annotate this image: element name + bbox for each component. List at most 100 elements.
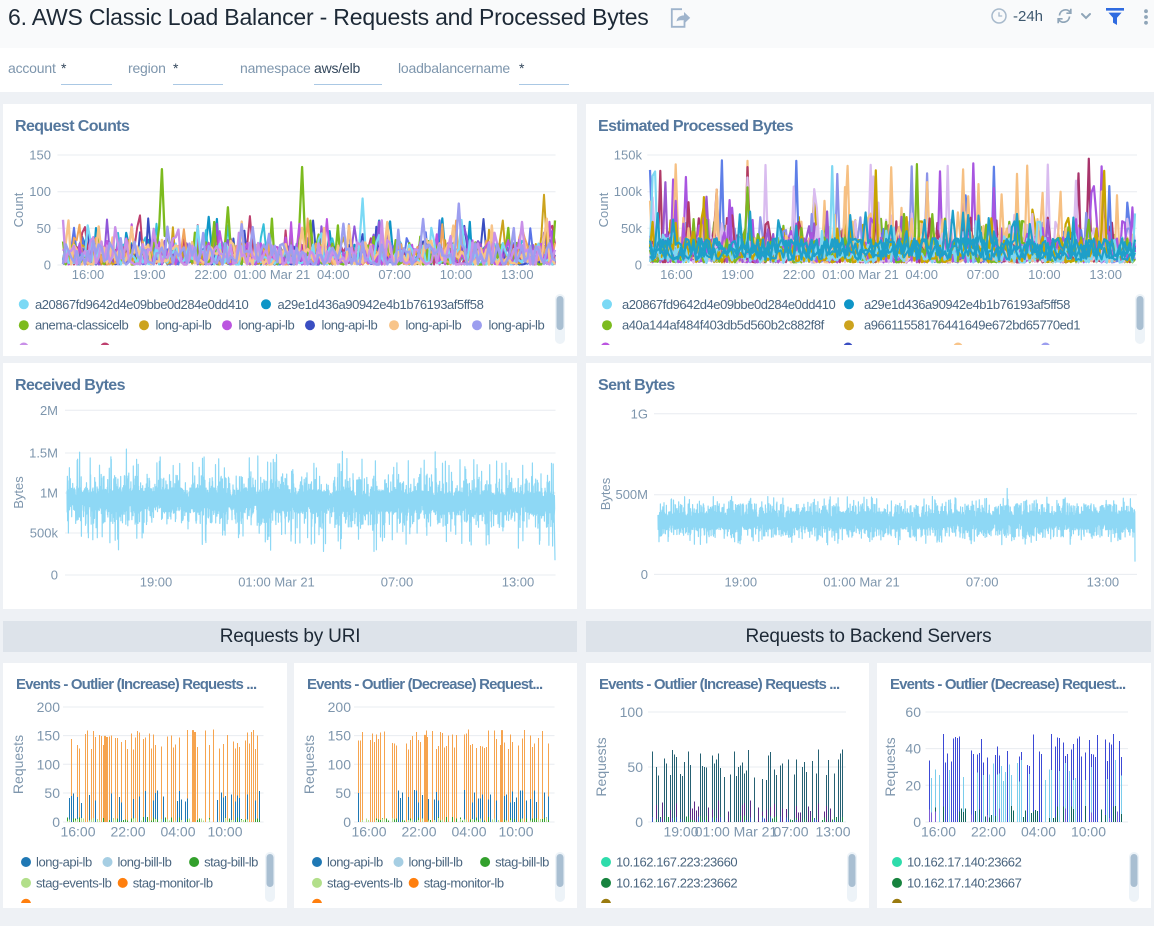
svg-text:150: 150 — [29, 148, 51, 163]
svg-text:1.5M: 1.5M — [29, 446, 58, 461]
svg-text:Requests: Requests — [10, 735, 26, 794]
svg-text:10.162.17.140:23662: 10.162.17.140:23662 — [907, 855, 1022, 870]
svg-text:Sent Bytes: Sent Bytes — [598, 377, 675, 394]
svg-text:long-api-lb: long-api-lb — [406, 318, 462, 333]
svg-text:long-bill-lb: long-bill-lb — [118, 855, 172, 870]
svg-text:13:00: 13:00 — [1087, 575, 1120, 590]
svg-text:100: 100 — [620, 704, 644, 720]
svg-text:100: 100 — [328, 756, 352, 772]
svg-text:long-api-lb: long-api-lb — [36, 855, 92, 870]
svg-text:100: 100 — [37, 756, 61, 772]
svg-text:01:00 Mar 21: 01:00 Mar 21 — [822, 267, 899, 282]
svg-text:16:00: 16:00 — [920, 824, 955, 840]
svg-text:10:00: 10:00 — [1070, 824, 1105, 840]
svg-text:22:00: 22:00 — [194, 267, 227, 282]
svg-text:13:00: 13:00 — [502, 575, 535, 590]
svg-text:19:00: 19:00 — [721, 267, 754, 282]
svg-text:Received Bytes: Received Bytes — [15, 377, 126, 394]
svg-text:long-api-lb: long-api-lb — [239, 318, 295, 333]
svg-text:50: 50 — [37, 221, 51, 236]
svg-text:10.162.17.140:23667: 10.162.17.140:23667 — [907, 875, 1022, 890]
svg-text:10:00: 10:00 — [207, 824, 242, 840]
svg-text:stag-bill-lb: stag-bill-lb — [495, 855, 549, 870]
svg-text:Requests: Requests — [882, 737, 898, 796]
svg-text:19:00: 19:00 — [663, 824, 698, 840]
svg-text:07:00: 07:00 — [381, 575, 414, 590]
svg-text:long-api-lb: long-api-lb — [322, 318, 378, 333]
svg-text:10:00: 10:00 — [440, 267, 473, 282]
svg-text:13:00: 13:00 — [1089, 267, 1122, 282]
svg-text:Requests: Requests — [593, 737, 609, 796]
svg-text:0: 0 — [52, 814, 60, 830]
svg-text:01:00 Mar 21: 01:00 Mar 21 — [234, 267, 311, 282]
svg-text:13:00: 13:00 — [815, 824, 850, 840]
svg-text:0: 0 — [635, 258, 642, 273]
svg-text:150: 150 — [37, 728, 61, 744]
svg-text:1G: 1G — [631, 406, 648, 421]
svg-text:a29e1d436a90942e4b1b76193af5ff: a29e1d436a90942e4b1b76193af5ff58 — [864, 297, 1070, 312]
svg-text:long-api-lb: long-api-lb — [156, 318, 212, 333]
svg-text:0: 0 — [343, 814, 351, 830]
svg-text:40: 40 — [905, 741, 921, 757]
svg-text:0: 0 — [641, 567, 648, 582]
svg-text:07:00: 07:00 — [966, 575, 999, 590]
svg-text:a29e1d436a90942e4b1b76193af5ff: a29e1d436a90942e4b1b76193af5ff58 — [278, 297, 484, 312]
svg-text:10:00: 10:00 — [1028, 267, 1061, 282]
svg-text:22:00: 22:00 — [970, 824, 1005, 840]
svg-text:Estimated Processed Bytes: Estimated Processed Bytes — [598, 118, 794, 135]
svg-text:20: 20 — [905, 777, 921, 793]
svg-text:stag-monitor-lb: stag-monitor-lb — [424, 875, 504, 890]
svg-text:Events - Outlier (Increase) Re: Events - Outlier (Increase) Requests ... — [16, 676, 257, 693]
svg-text:long-api-lb: long-api-lb — [489, 318, 545, 333]
svg-text:stag-monitor-lb: stag-monitor-lb — [133, 875, 213, 890]
svg-text:07:00: 07:00 — [378, 267, 411, 282]
svg-text:500k: 500k — [30, 526, 59, 541]
svg-text:anema-classicelb: anema-classicelb — [35, 318, 128, 333]
svg-text:150: 150 — [328, 728, 352, 744]
svg-text:a20867fd9642d4e09bbe0d284e0dd4: a20867fd9642d4e09bbe0d284e0dd410 — [35, 297, 249, 312]
svg-text:Count: Count — [11, 192, 26, 227]
svg-text:04:00: 04:00 — [317, 267, 350, 282]
svg-text:04:00: 04:00 — [1020, 824, 1055, 840]
svg-text:16:00: 16:00 — [660, 267, 693, 282]
svg-text:50: 50 — [335, 785, 351, 801]
svg-text:07:00: 07:00 — [967, 267, 1000, 282]
svg-text:200: 200 — [37, 699, 61, 715]
svg-text:50: 50 — [627, 759, 643, 775]
svg-text:13:00: 13:00 — [501, 267, 534, 282]
svg-text:Events - Outlier (Increase) Re: Events - Outlier (Increase) Requests ... — [599, 676, 840, 693]
svg-text:long-api-lb: long-api-lb — [327, 855, 383, 870]
svg-text:a40a144af484f403db5d560b2c882f: a40a144af484f403db5d560b2c882f8f — [622, 318, 825, 333]
svg-text:long-bill-lb: long-bill-lb — [409, 855, 463, 870]
svg-text:a96611558176441649e672bd65770e: a96611558176441649e672bd65770ed1 — [864, 318, 1080, 333]
svg-text:1M: 1M — [40, 486, 58, 501]
svg-text:Requests: Requests — [301, 735, 317, 794]
svg-text:16:00: 16:00 — [351, 824, 386, 840]
svg-text:Events - Outlier (Decrease) Re: Events - Outlier (Decrease) Request... — [307, 676, 543, 693]
svg-text:01:00 Mar 21: 01:00 Mar 21 — [238, 575, 315, 590]
svg-text:stag-events-lb: stag-events-lb — [36, 875, 112, 890]
svg-text:10.162.167.223:23662: 10.162.167.223:23662 — [616, 875, 737, 890]
svg-text:50k: 50k — [621, 221, 642, 236]
svg-text:10:00: 10:00 — [498, 824, 533, 840]
svg-text:Bytes: Bytes — [11, 476, 26, 509]
svg-text:100: 100 — [29, 184, 51, 199]
svg-text:100k: 100k — [614, 184, 643, 199]
svg-text:0: 0 — [635, 814, 643, 830]
svg-text:0: 0 — [44, 258, 51, 273]
svg-text:01:00 Mar 21: 01:00 Mar 21 — [695, 824, 778, 840]
svg-text:04:00: 04:00 — [160, 824, 195, 840]
svg-text:04:00: 04:00 — [905, 267, 938, 282]
svg-text:stag-events-lb: stag-events-lb — [327, 875, 403, 890]
svg-text:60: 60 — [905, 704, 921, 720]
svg-text:Events - Outlier (Decrease) Re: Events - Outlier (Decrease) Request... — [890, 676, 1126, 693]
svg-text:150k: 150k — [614, 148, 643, 163]
svg-text:0: 0 — [51, 568, 58, 583]
svg-text:10.162.167.223:23660: 10.162.167.223:23660 — [616, 855, 737, 870]
svg-text:19:00: 19:00 — [725, 575, 758, 590]
svg-text:22:00: 22:00 — [110, 824, 145, 840]
svg-text:04:00: 04:00 — [451, 824, 486, 840]
svg-text:50: 50 — [44, 785, 60, 801]
svg-text:07:00: 07:00 — [773, 824, 808, 840]
svg-text:Request Counts: Request Counts — [15, 118, 130, 135]
